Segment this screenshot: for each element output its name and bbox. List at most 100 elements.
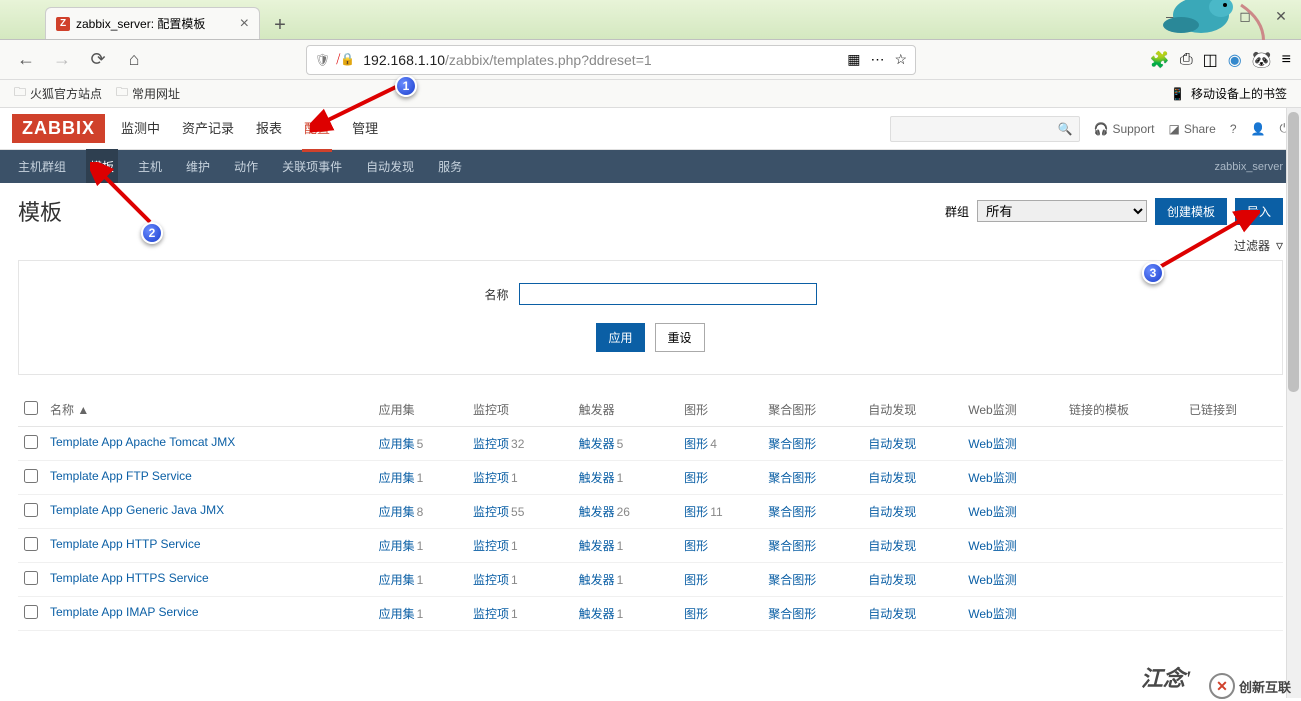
create-template-button[interactable]: 创建模板 [1155,198,1227,225]
bookmark-star-icon[interactable]: ☆ [894,51,907,68]
help-icon[interactable]: ? [1230,122,1237,136]
screens-link[interactable]: 聚合图形 [768,539,816,553]
template-name-link[interactable]: Template App HTTPS Service [50,571,209,585]
graphs-link[interactable]: 图形 [684,505,708,519]
new-tab-button[interactable]: + [266,11,294,39]
bookmark-firefox[interactable]: 🗀火狐官方站点 [14,83,102,104]
support-link[interactable]: 🎧Support [1094,122,1155,136]
ext1-icon[interactable]: ◉ [1228,50,1242,70]
reset-button[interactable]: 重设 [655,323,705,352]
triggers-link[interactable]: 触发器 [579,471,615,485]
row-checkbox[interactable] [24,435,38,449]
template-name-link[interactable]: Template App HTTP Service [50,537,201,551]
row-checkbox[interactable] [24,571,38,585]
graphs-link[interactable]: 图形 [684,471,708,485]
discovery-link[interactable]: 自动发现 [868,539,916,553]
applications-link[interactable]: 应用集 [379,471,415,485]
subnav-services[interactable]: 服务 [434,149,466,184]
browser-tab[interactable]: Z zabbix_server: 配置模板 × [45,7,260,39]
window-close-icon[interactable]: ✕ [1269,6,1293,26]
subnav-maintenance[interactable]: 维护 [182,149,214,184]
discovery-link[interactable]: 自动发现 [868,607,916,621]
nav-administration[interactable]: 管理 [350,106,380,152]
discovery-link[interactable]: 自动发现 [868,505,916,519]
discovery-link[interactable]: 自动发现 [868,471,916,485]
graphs-link[interactable]: 图形 [684,539,708,553]
home-button[interactable]: ⌂ [120,46,148,74]
col-name[interactable]: 名称 ▲ [44,393,373,427]
template-name-link[interactable]: Template App FTP Service [50,469,192,483]
discovery-link[interactable]: 自动发现 [868,573,916,587]
row-checkbox[interactable] [24,469,38,483]
sidebar-icon[interactable]: ◫ [1203,50,1218,70]
nav-inventory[interactable]: 资产记录 [180,106,236,152]
back-button[interactable]: ← [12,46,40,74]
url-bar[interactable]: 🛡 ⧸🔒 192.168.1.10/zabbix/templates.php?d… [306,45,916,75]
ext2-icon[interactable]: 🐼 [1252,50,1272,70]
screens-link[interactable]: 聚合图形 [768,607,816,621]
share-link[interactable]: ◪Share [1168,122,1215,136]
subnav-discovery[interactable]: 自动发现 [362,149,418,184]
meatball-icon[interactable]: ⋯ [870,51,884,68]
nav-monitoring[interactable]: 监测中 [119,106,162,152]
template-name-link[interactable]: Template App Generic Java JMX [50,503,224,517]
screens-link[interactable]: 聚合图形 [768,573,816,587]
screens-link[interactable]: 聚合图形 [768,505,816,519]
import-button[interactable]: 导入 [1235,198,1283,225]
bookmark-common[interactable]: 🗀常用网址 [116,83,180,104]
items-link[interactable]: 监控项 [473,505,509,519]
nav-configuration[interactable]: 配置 [302,106,332,152]
items-link[interactable]: 监控项 [473,437,509,451]
apply-button[interactable]: 应用 [596,323,644,352]
template-name-link[interactable]: Template App Apache Tomcat JMX [50,435,235,449]
discovery-link[interactable]: 自动发现 [868,437,916,451]
nav-reports[interactable]: 报表 [254,106,284,152]
web-link[interactable]: Web监测 [968,437,1016,451]
web-link[interactable]: Web监测 [968,471,1016,485]
subnav-hosts[interactable]: 主机 [134,149,166,184]
filter-name-input[interactable] [519,283,817,305]
web-link[interactable]: Web监测 [968,607,1016,621]
screens-link[interactable]: 聚合图形 [768,471,816,485]
window-maximize-icon[interactable]: ◻ [1233,6,1257,26]
applications-link[interactable]: 应用集 [379,505,415,519]
extension-puzzle-icon[interactable]: 🧩 [1150,50,1170,70]
web-link[interactable]: Web监测 [968,539,1016,553]
user-icon[interactable]: 👤 [1251,122,1266,136]
graphs-link[interactable]: 图形 [684,607,708,621]
graphs-link[interactable]: 图形 [684,437,708,451]
row-checkbox[interactable] [24,503,38,517]
library-icon[interactable]: ⎙ [1180,51,1193,69]
row-checkbox[interactable] [24,537,38,551]
subnav-correlation[interactable]: 关联项事件 [278,149,346,184]
subnav-actions[interactable]: 动作 [230,149,262,184]
screens-link[interactable]: 聚合图形 [768,437,816,451]
items-link[interactable]: 监控项 [473,539,509,553]
tab-close-icon[interactable]: × [240,15,249,33]
applications-link[interactable]: 应用集 [379,437,415,451]
applications-link[interactable]: 应用集 [379,607,415,621]
applications-link[interactable]: 应用集 [379,573,415,587]
scrollbar-thumb[interactable] [1288,112,1299,392]
subnav-hostgroups[interactable]: 主机群组 [14,149,70,184]
triggers-link[interactable]: 触发器 [579,573,615,587]
filter-toggle[interactable]: 过滤器 ▿ [18,237,1283,254]
window-minimize-icon[interactable]: — [1161,6,1185,26]
triggers-link[interactable]: 触发器 [579,607,615,621]
template-name-link[interactable]: Template App IMAP Service [50,605,199,619]
web-link[interactable]: Web监测 [968,573,1016,587]
qr-icon[interactable]: ▦ [847,51,860,68]
bookmark-mobile[interactable]: 📱移动设备上的书签 [1170,85,1287,102]
triggers-link[interactable]: 触发器 [579,505,615,519]
web-link[interactable]: Web监测 [968,505,1016,519]
graphs-link[interactable]: 图形 [684,573,708,587]
browser-menu-icon[interactable]: ≡ [1282,51,1291,69]
items-link[interactable]: 监控项 [473,471,509,485]
select-all-checkbox[interactable] [24,401,38,415]
triggers-link[interactable]: 触发器 [579,437,615,451]
window-restore-icon[interactable]: ▢ [1197,6,1221,26]
group-select[interactable]: 所有 [977,200,1147,222]
reload-button[interactable]: ⟳ [84,46,112,74]
subnav-templates[interactable]: 模板 [86,149,118,184]
items-link[interactable]: 监控项 [473,607,509,621]
